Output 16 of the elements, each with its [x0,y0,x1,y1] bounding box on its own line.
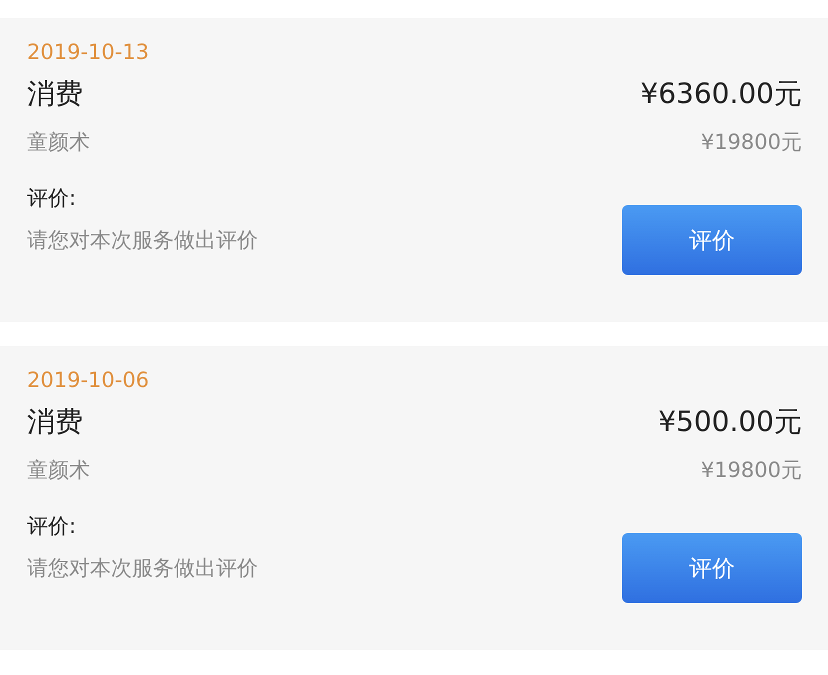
record-type: 消费 [27,404,83,440]
record-date: 2019-10-13 [27,40,150,64]
review-prompt: 请您对本次服务做出评价 [27,555,258,582]
service-name: 童颜术 [27,129,90,156]
review-label: 评价: [27,185,76,212]
service-name: 童颜术 [27,457,90,484]
review-prompt: 请您对本次服务做出评价 [27,227,258,254]
review-label: 评价: [27,513,76,540]
review-button[interactable]: 评价 [622,533,802,603]
record-amount: ¥500.00元 [658,404,802,440]
record-date: 2019-10-06 [27,368,150,392]
service-price: ¥19800元 [700,457,802,484]
record-amount: ¥6360.00元 [640,76,802,112]
record-type: 消费 [27,76,83,112]
review-button[interactable]: 评价 [622,205,802,275]
service-price: ¥19800元 [700,129,802,156]
